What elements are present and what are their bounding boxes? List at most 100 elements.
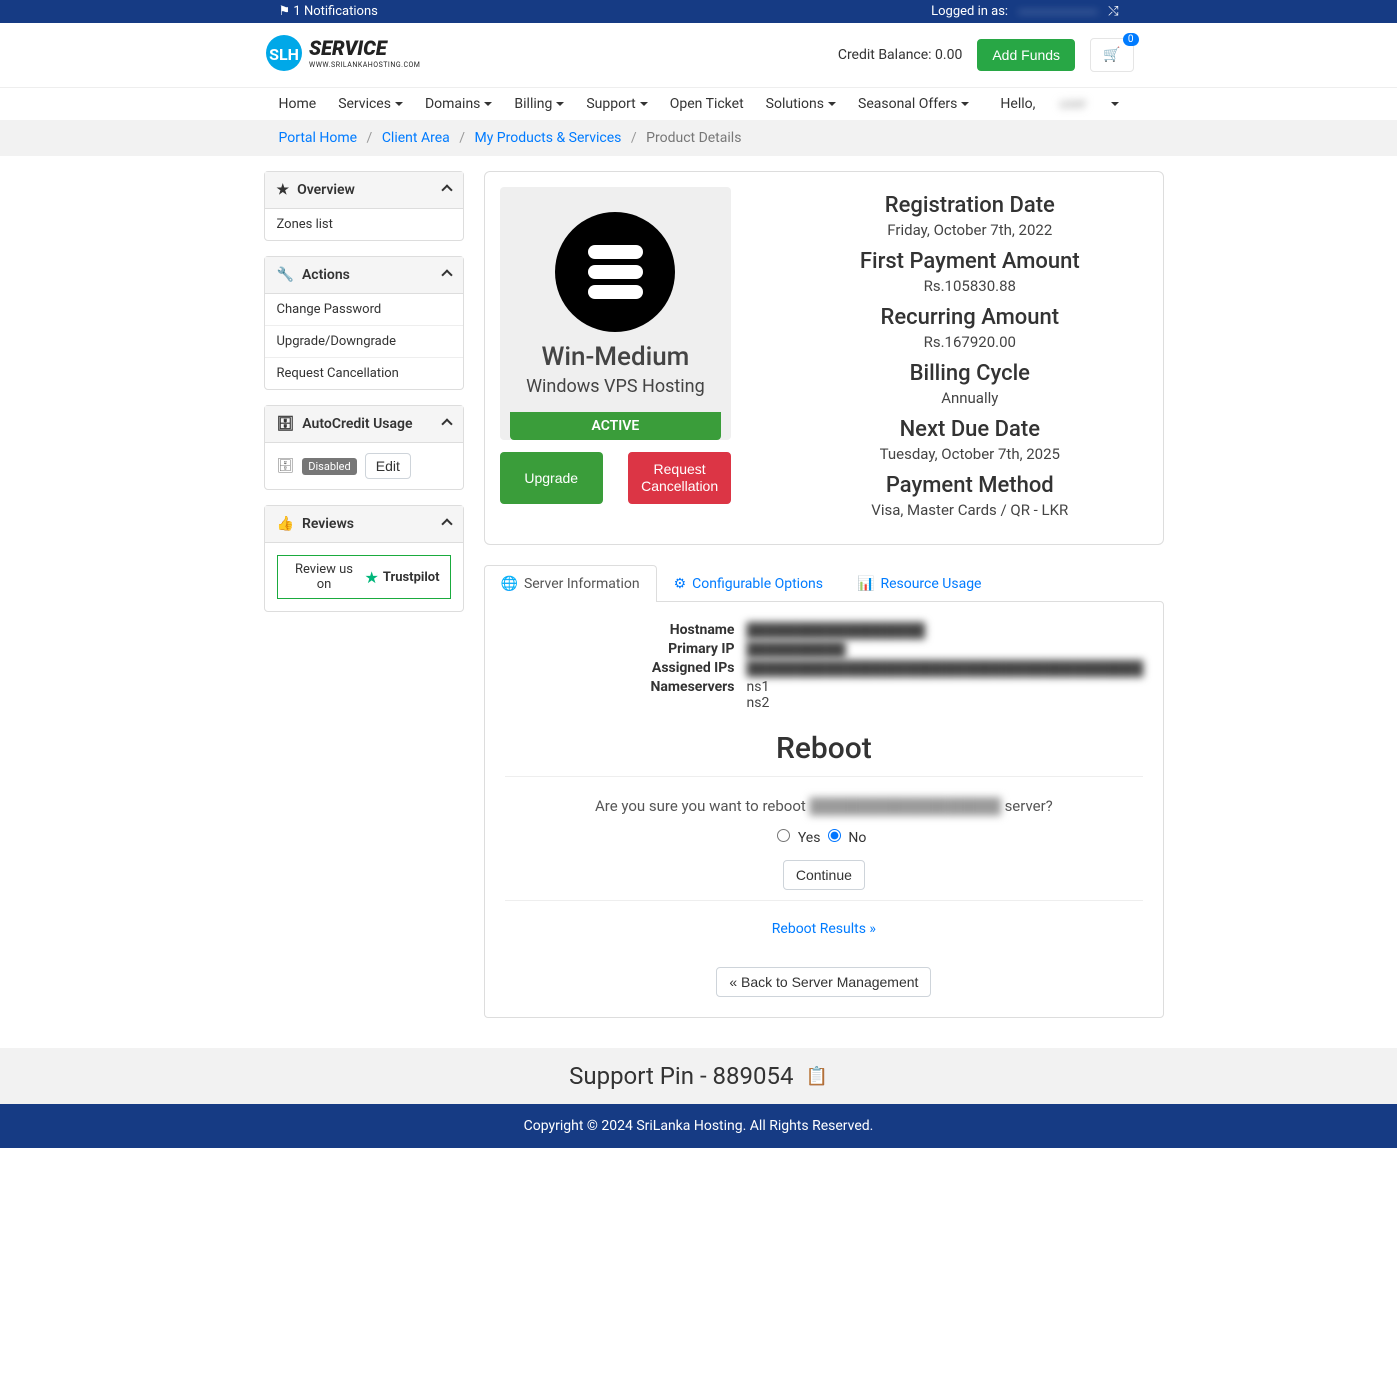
product-name: Win-Medium bbox=[510, 342, 722, 372]
tab-resource-usage[interactable]: 📊 Resource Usage bbox=[840, 565, 998, 602]
request-cancellation-button[interactable]: Request Cancellation bbox=[628, 452, 731, 504]
reboot-yes-label[interactable]: Yes bbox=[798, 830, 821, 846]
cart-button[interactable]: 🛒 0 bbox=[1090, 38, 1133, 72]
wrench-icon: 🔧 bbox=[277, 267, 294, 283]
crumb-portal-home[interactable]: Portal Home bbox=[279, 130, 358, 146]
logo[interactable]: SLH SERVICE WWW.SRILANKAHOSTING.COM bbox=[264, 33, 464, 77]
crumb-client-area[interactable]: Client Area bbox=[382, 130, 450, 146]
top-bar: ⚑ 1 Notifications Logged in as: ⤭ bbox=[0, 0, 1397, 23]
thumbs-up-icon: 👍 bbox=[277, 516, 294, 532]
chevron-up-icon bbox=[441, 184, 452, 195]
cart-count: 0 bbox=[1123, 33, 1139, 46]
panel-actions-head[interactable]: 🔧Actions bbox=[265, 257, 463, 294]
cogs-icon: ⚙ bbox=[674, 576, 687, 592]
upgrade-button[interactable]: Upgrade bbox=[500, 452, 603, 504]
support-pin-bar: Support Pin - 889054 📋 bbox=[0, 1048, 1397, 1104]
caret-icon bbox=[556, 102, 564, 106]
reboot-no-label[interactable]: No bbox=[848, 830, 866, 846]
server-icon bbox=[555, 212, 675, 332]
caret-icon bbox=[640, 102, 648, 106]
panel-actions: 🔧Actions Change Password Upgrade/Downgra… bbox=[264, 256, 464, 390]
chevron-up-icon bbox=[441, 518, 452, 529]
reboot-question: Are you sure you want to reboot ████████… bbox=[505, 797, 1144, 815]
support-pin: Support Pin - 889054 bbox=[569, 1062, 793, 1090]
add-funds-button[interactable]: Add Funds bbox=[977, 39, 1075, 71]
chevron-up-icon bbox=[441, 269, 452, 280]
assigned-ips-value: ████████████████████████████████████████ bbox=[747, 660, 1144, 677]
product-info: Registration Date Friday, October 7th, 2… bbox=[791, 187, 1148, 529]
nameserver-2: ns2 bbox=[747, 695, 1144, 711]
reboot-yes-radio[interactable] bbox=[777, 829, 790, 842]
sidebar-item-cancel[interactable]: Request Cancellation bbox=[265, 358, 463, 389]
nav-support[interactable]: Support bbox=[586, 96, 647, 112]
autocredit-edit-button[interactable]: Edit bbox=[365, 453, 411, 479]
panel-autocredit: 🗄AutoCredit Usage 🗄 Disabled Edit bbox=[264, 405, 464, 490]
status-badge: ACTIVE bbox=[510, 412, 722, 440]
sidebar: ★Overview Zones list 🔧Actions Change Pas… bbox=[264, 171, 464, 1018]
nav-solutions[interactable]: Solutions bbox=[766, 96, 836, 112]
panel-overview: ★Overview Zones list bbox=[264, 171, 464, 241]
caret-icon bbox=[828, 102, 836, 106]
copy-icon[interactable]: 📋 bbox=[805, 1066, 827, 1087]
credit-balance: Credit Balance: 0.00 bbox=[838, 47, 963, 63]
cart-icon: 🛒 bbox=[1103, 47, 1120, 63]
caret-icon bbox=[961, 102, 969, 106]
caret-icon bbox=[484, 102, 492, 106]
panel-reviews: 👍Reviews Review us on ★ Trustpilot bbox=[264, 505, 464, 612]
trustpilot-link[interactable]: Review us on ★ Trustpilot bbox=[277, 555, 451, 599]
tabs: 🌐 Server Information ⚙ Configurable Opti… bbox=[484, 565, 1165, 602]
nav-open-ticket[interactable]: Open Ticket bbox=[670, 96, 744, 112]
reboot-results-link[interactable]: Reboot Results » bbox=[772, 921, 876, 937]
content: Win-Medium Windows VPS Hosting ACTIVE Up… bbox=[484, 171, 1165, 1018]
main-nav: Home Services Domains Billing Support Op… bbox=[0, 87, 1397, 120]
crumb-products[interactable]: My Products & Services bbox=[474, 130, 621, 146]
nav-seasonal[interactable]: Seasonal Offers bbox=[858, 96, 969, 112]
server-info-grid: Hostname ██████████████████ Primary IP █… bbox=[505, 622, 1144, 711]
nav-services[interactable]: Services bbox=[338, 96, 403, 112]
logged-in-label: Logged in as: bbox=[931, 4, 1008, 19]
caret-icon bbox=[1111, 102, 1119, 106]
product-type: Windows VPS Hosting bbox=[510, 376, 722, 397]
product-card: Win-Medium Windows VPS Hosting ACTIVE Up… bbox=[484, 171, 1165, 545]
star-icon: ★ bbox=[277, 182, 290, 198]
switch-user-icon[interactable]: ⤭ bbox=[1108, 4, 1118, 19]
chevron-up-icon bbox=[441, 418, 452, 429]
continue-button[interactable]: Continue bbox=[783, 860, 865, 890]
database-icon: 🗄 bbox=[277, 416, 295, 432]
back-to-server-button[interactable]: « Back to Server Management bbox=[716, 967, 931, 997]
nav-home[interactable]: Home bbox=[279, 96, 317, 112]
reboot-no-radio[interactable] bbox=[828, 829, 841, 842]
svg-text:SERVICE: SERVICE bbox=[309, 36, 389, 60]
sidebar-item-change-password[interactable]: Change Password bbox=[265, 294, 463, 326]
svg-text:SLH: SLH bbox=[269, 45, 299, 64]
footer: Copyright © 2024 SriLanka Hosting. All R… bbox=[0, 1104, 1397, 1148]
panel-autocredit-head[interactable]: 🗄AutoCredit Usage bbox=[265, 406, 463, 443]
globe-icon: 🌐 bbox=[501, 576, 518, 592]
hostname-value: ██████████████████ bbox=[747, 622, 1144, 639]
panel-reviews-head[interactable]: 👍Reviews bbox=[265, 506, 463, 543]
notifications-link[interactable]: ⚑ 1 Notifications bbox=[279, 4, 378, 19]
nav-billing[interactable]: Billing bbox=[514, 96, 564, 112]
product-summary: Win-Medium Windows VPS Hosting ACTIVE bbox=[500, 187, 732, 440]
trustpilot-star-icon: ★ bbox=[364, 568, 378, 587]
tab-server-info[interactable]: 🌐 Server Information bbox=[484, 565, 657, 602]
panel-overview-head[interactable]: ★Overview bbox=[265, 172, 463, 209]
crumb-current: Product Details bbox=[646, 130, 741, 146]
logged-in-user bbox=[1018, 10, 1098, 14]
reboot-heading: Reboot bbox=[505, 731, 1144, 766]
dashboard-icon: 📊 bbox=[857, 576, 874, 592]
caret-icon bbox=[395, 102, 403, 106]
nameserver-1: ns1 bbox=[747, 679, 1144, 695]
breadcrumb: Portal Home / Client Area / My Products … bbox=[0, 120, 1397, 156]
database-icon: 🗄 bbox=[277, 458, 295, 474]
tab-config-options[interactable]: ⚙ Configurable Options bbox=[657, 565, 840, 602]
user-menu[interactable]: Hello, user bbox=[1000, 96, 1118, 112]
header: SLH SERVICE WWW.SRILANKAHOSTING.COM Cred… bbox=[264, 23, 1134, 87]
sidebar-item-upgrade[interactable]: Upgrade/Downgrade bbox=[265, 326, 463, 358]
tab-content: Hostname ██████████████████ Primary IP █… bbox=[484, 601, 1165, 1018]
autocredit-status: Disabled bbox=[302, 458, 356, 475]
user-name: user bbox=[1039, 96, 1106, 112]
nav-domains[interactable]: Domains bbox=[425, 96, 492, 112]
primary-ip-value: ██████████ bbox=[747, 641, 1144, 658]
sidebar-item-zones[interactable]: Zones list bbox=[265, 209, 463, 240]
